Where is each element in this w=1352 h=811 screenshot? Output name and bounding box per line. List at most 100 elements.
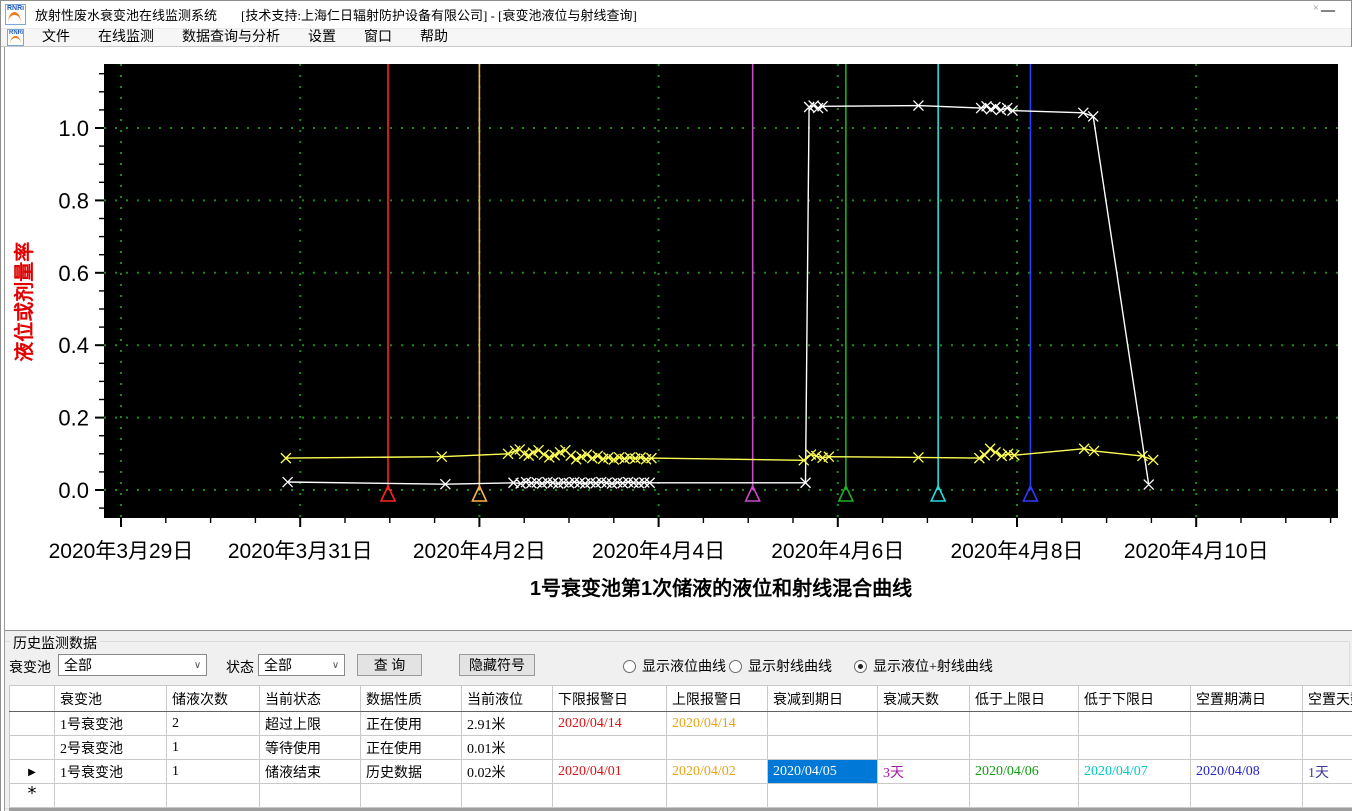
pool-select[interactable]: 全部 ∨ bbox=[58, 654, 207, 676]
cell[interactable] bbox=[552, 735, 667, 760]
app-icon-small: RNRi bbox=[7, 29, 24, 46]
menu-item-3[interactable]: 设置 bbox=[294, 29, 350, 46]
column-header-13[interactable]: 空置天数 bbox=[1302, 685, 1352, 712]
column-header-1[interactable]: 衰变池 bbox=[54, 685, 167, 712]
cell[interactable] bbox=[767, 711, 878, 736]
cell[interactable] bbox=[1190, 711, 1303, 736]
row-selector-new[interactable]: * bbox=[9, 783, 55, 808]
menu-item-1[interactable]: 在线监测 bbox=[84, 29, 168, 46]
status-select-value: 全部 bbox=[264, 659, 292, 674]
cell[interactable] bbox=[877, 783, 970, 808]
cell[interactable] bbox=[166, 783, 260, 808]
current-row-icon: ▶ bbox=[28, 766, 36, 778]
cell[interactable] bbox=[259, 783, 361, 808]
minimize-icon[interactable]: — bbox=[1321, 3, 1335, 19]
pool-select-value: 全部 bbox=[64, 659, 92, 674]
cell[interactable] bbox=[1190, 735, 1303, 760]
query-button[interactable]: 查 询 bbox=[357, 654, 422, 676]
cell[interactable]: 2020/04/14 bbox=[666, 711, 768, 736]
cell[interactable] bbox=[360, 783, 462, 808]
radio-circle-icon[interactable] bbox=[729, 659, 742, 673]
cell[interactable] bbox=[1302, 783, 1352, 808]
cell[interactable]: 2号衰变池 bbox=[54, 735, 167, 760]
cell[interactable] bbox=[969, 783, 1079, 808]
radio-option-0[interactable]: 显示液位曲线 bbox=[623, 656, 726, 676]
table-row: * bbox=[9, 783, 1352, 808]
cell[interactable] bbox=[1302, 735, 1352, 760]
cell[interactable] bbox=[1078, 783, 1191, 808]
row-selector[interactable] bbox=[9, 735, 55, 760]
cell[interactable]: 0.01米 bbox=[461, 735, 553, 760]
cell[interactable]: 2 bbox=[166, 711, 260, 736]
cell[interactable] bbox=[666, 735, 768, 760]
close-icon[interactable]: × bbox=[1313, 2, 1319, 14]
cell[interactable]: 历史数据 bbox=[360, 759, 462, 784]
x-tick-label: 2020年3月31日 bbox=[228, 540, 373, 563]
cell[interactable]: 超过上限 bbox=[259, 711, 361, 736]
cell[interactable] bbox=[767, 735, 878, 760]
cell[interactable]: 1天 bbox=[1302, 759, 1352, 784]
cell[interactable]: 2020/04/02 bbox=[666, 759, 768, 784]
menu-item-5[interactable]: 帮助 bbox=[406, 29, 462, 46]
cell[interactable]: 2020/04/07 bbox=[1078, 759, 1191, 784]
column-header-2[interactable]: 储液次数 bbox=[166, 685, 260, 712]
cell[interactable]: 等待使用 bbox=[259, 735, 361, 760]
cell[interactable]: 0.02米 bbox=[461, 759, 553, 784]
cell[interactable] bbox=[969, 711, 1079, 736]
cell[interactable] bbox=[666, 783, 768, 808]
menu-item-0[interactable]: 文件 bbox=[28, 29, 84, 46]
cell[interactable] bbox=[1302, 711, 1352, 736]
cell[interactable]: 3天 bbox=[877, 759, 970, 784]
cell[interactable] bbox=[1078, 735, 1191, 760]
column-header-9[interactable]: 衰减天数 bbox=[877, 685, 970, 712]
cell[interactable]: 2020/04/01 bbox=[552, 759, 667, 784]
cell[interactable]: 1号衰变池 bbox=[54, 711, 167, 736]
cell[interactable]: 2020/04/14 bbox=[552, 711, 667, 736]
window-title: 放射性废水衰变池在线监测系统 bbox=[35, 8, 218, 23]
menu-bar: RNRi 文件 在线监测 数据查询与分析 设置 窗口 帮助 bbox=[1, 28, 1351, 47]
radio-label: 显示射线曲线 bbox=[748, 660, 832, 675]
column-header-8[interactable]: 衰减到期日 bbox=[767, 685, 878, 712]
cell[interactable]: 储液结束 bbox=[259, 759, 361, 784]
cell[interactable] bbox=[877, 735, 970, 760]
menu-item-4[interactable]: 窗口 bbox=[350, 29, 406, 46]
cell[interactable] bbox=[54, 783, 167, 808]
column-header-0[interactable] bbox=[9, 685, 55, 712]
cell[interactable] bbox=[1190, 783, 1303, 808]
cell[interactable]: 1号衰变池 bbox=[54, 759, 167, 784]
column-header-7[interactable]: 上限报警日 bbox=[666, 685, 768, 712]
column-header-10[interactable]: 低于上限日 bbox=[969, 685, 1079, 712]
status-select[interactable]: 全部 ∨ bbox=[258, 654, 345, 676]
cell[interactable] bbox=[969, 735, 1079, 760]
column-header-11[interactable]: 低于下限日 bbox=[1078, 685, 1191, 712]
cell[interactable]: 2020/04/06 bbox=[969, 759, 1079, 784]
chevron-down-icon: ∨ bbox=[193, 659, 202, 671]
column-header-12[interactable]: 空置期满日 bbox=[1190, 685, 1303, 712]
app-window: RNRi 放射性废水衰变池在线监测系统 [技术支持:上海仁日辐射防护设备有限公司… bbox=[0, 0, 1352, 811]
cell[interactable]: 1 bbox=[166, 735, 260, 760]
menu-items: 文件 在线监测 数据查询与分析 设置 窗口 帮助 bbox=[24, 29, 462, 46]
row-selector-current[interactable]: ▶ bbox=[9, 759, 55, 784]
cell[interactable] bbox=[877, 711, 970, 736]
cell[interactable] bbox=[461, 783, 553, 808]
column-header-6[interactable]: 下限报警日 bbox=[552, 685, 667, 712]
column-header-4[interactable]: 数据性质 bbox=[360, 685, 462, 712]
column-header-3[interactable]: 当前状态 bbox=[259, 685, 361, 712]
radio-option-2[interactable]: 显示液位+射线曲线 bbox=[854, 656, 993, 676]
cell[interactable]: 1 bbox=[166, 759, 260, 784]
cell[interactable]: 正在使用 bbox=[360, 735, 462, 760]
cell[interactable] bbox=[767, 783, 878, 808]
cell[interactable]: 2.91米 bbox=[461, 711, 553, 736]
radio-circle-icon[interactable] bbox=[854, 659, 867, 673]
column-header-5[interactable]: 当前液位 bbox=[461, 685, 553, 712]
cell[interactable]: 2020/04/08 bbox=[1190, 759, 1303, 784]
menu-item-2[interactable]: 数据查询与分析 bbox=[168, 29, 294, 46]
cell[interactable] bbox=[1078, 711, 1191, 736]
radio-option-1[interactable]: 显示射线曲线 bbox=[729, 656, 832, 676]
hide-symbols-button[interactable]: 隐藏符号 bbox=[459, 654, 535, 676]
row-selector[interactable] bbox=[9, 711, 55, 736]
cell[interactable]: 正在使用 bbox=[360, 711, 462, 736]
cell-selected[interactable]: 2020/04/05 bbox=[767, 759, 878, 784]
radio-circle-icon[interactable] bbox=[623, 659, 636, 673]
cell[interactable] bbox=[552, 783, 667, 808]
